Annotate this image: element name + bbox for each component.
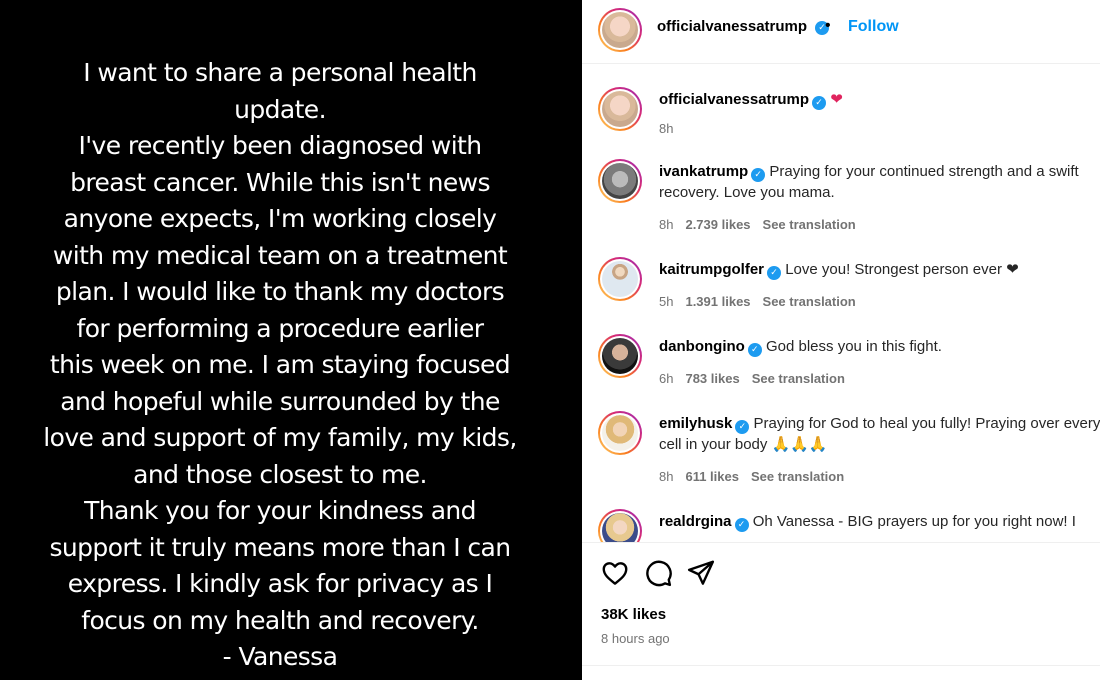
- author-username[interactable]: officialvanessatrump: [657, 18, 807, 35]
- story-line: I want to share a personal health: [83, 58, 477, 87]
- post-likes-count[interactable]: 38K likes: [601, 606, 666, 623]
- paper-plane-icon[interactable]: [686, 558, 716, 588]
- verified-badge-icon: ✓: [751, 168, 766, 182]
- comment-text: God bless you in this fight.: [765, 338, 942, 355]
- heart-outline-icon[interactable]: [600, 558, 630, 588]
- comment-avatar[interactable]: [598, 411, 642, 455]
- story-text: I want to share a personal health update…: [0, 55, 560, 676]
- story-line: - Vanessa: [222, 642, 338, 671]
- post-panel: officialvanessatrump ✓ • Follow official…: [582, 0, 1100, 680]
- see-translation-button[interactable]: See translation: [763, 294, 856, 309]
- comment-likes[interactable]: 1.391 likes: [685, 294, 750, 309]
- verified-badge-icon: ✓: [812, 96, 827, 110]
- comment-username[interactable]: emilyhusk: [659, 415, 732, 432]
- story-line: for performing a procedure earlier: [76, 313, 485, 343]
- comment-time: 6h: [659, 371, 674, 386]
- story-line: breast cancer. While this isn't news: [70, 167, 490, 197]
- comment-username[interactable]: ivankatrump: [659, 163, 748, 180]
- divider: [582, 665, 1100, 666]
- separator-dot: •: [825, 17, 831, 34]
- caption-avatar[interactable]: [598, 87, 642, 131]
- divider: [582, 542, 1100, 543]
- verified-badge-icon: ✓: [747, 343, 762, 357]
- post-image: I want to share a personal health update…: [0, 0, 582, 680]
- story-line: update.: [234, 94, 326, 124]
- caption-time: 8h: [659, 121, 674, 136]
- story-line: I've recently been diagnosed with: [78, 131, 483, 160]
- story-line: love and support of my family, my kids,: [43, 423, 517, 452]
- see-translation-button[interactable]: See translation: [763, 217, 856, 232]
- comment-username[interactable]: realdrgina: [659, 513, 732, 530]
- comment-time: 8h: [659, 469, 674, 484]
- story-line: this week on me. I am staying focused: [49, 350, 511, 379]
- post-timestamp: 8 hours ago: [601, 631, 670, 646]
- see-translation-button[interactable]: See translation: [752, 371, 845, 386]
- story-line: and hopeful while surrounded by the: [60, 386, 500, 416]
- caption-username[interactable]: officialvanessatrump: [659, 91, 809, 108]
- comment-text: Love you! Strongest person ever ❤: [785, 261, 1019, 278]
- story-line: support it truly means more than I can: [49, 532, 511, 562]
- story-line: express. I kindly ask for privacy as I: [67, 569, 493, 598]
- author-avatar[interactable]: [598, 8, 642, 52]
- comment-likes[interactable]: 783 likes: [685, 371, 739, 386]
- story-line: and those closest to me.: [133, 459, 427, 489]
- comment-text: Oh Vanessa - BIG prayers up for you righ…: [752, 513, 1076, 530]
- comment-avatar[interactable]: [598, 257, 642, 301]
- story-line: focus on my health and recovery.: [81, 605, 479, 635]
- comment-likes[interactable]: 2.739 likes: [685, 217, 750, 232]
- story-line: plan. I would like to thank my doctors: [55, 277, 505, 306]
- verified-badge-icon: ✓: [735, 420, 750, 434]
- comment-avatar[interactable]: [598, 334, 642, 378]
- comment-avatar[interactable]: [598, 509, 642, 542]
- story-line: with my medical team on a treatment: [52, 240, 508, 270]
- comments-list[interactable]: officialvanessatrump ✓ ❤ 8h ivankatrump ✓ …: [582, 64, 1100, 542]
- comment-time: 5h: [659, 294, 674, 309]
- comment-avatar[interactable]: [598, 159, 642, 203]
- comment-bubble-icon[interactable]: [643, 558, 673, 588]
- story-line: Thank you for your kindness and: [84, 496, 476, 525]
- verified-badge-icon: ✓: [734, 518, 749, 532]
- verified-badge-icon: ✓: [767, 266, 782, 280]
- see-translation-button[interactable]: See translation: [751, 469, 844, 484]
- post-header: officialvanessatrump ✓ • Follow: [582, 0, 1100, 64]
- comment-likes[interactable]: 611 likes: [685, 469, 739, 484]
- heart-emoji: ❤: [830, 90, 843, 108]
- comment-username[interactable]: kaitrumpgolfer: [659, 261, 764, 278]
- follow-button[interactable]: Follow: [848, 18, 899, 36]
- comment-time: 8h: [659, 217, 674, 232]
- comment-username[interactable]: danbongino: [659, 338, 745, 355]
- story-line: anyone expects, I'm working closely: [63, 204, 497, 233]
